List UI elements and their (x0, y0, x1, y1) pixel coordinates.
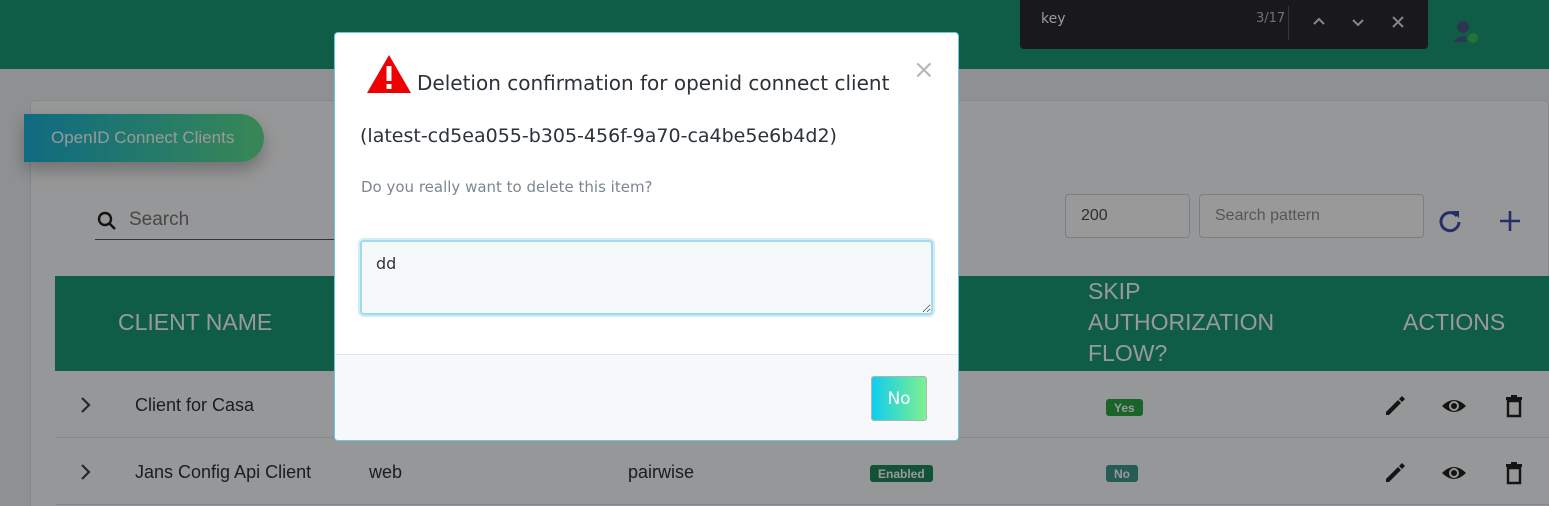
delete-confirmation-modal: Deletion confirmation for openid connect… (334, 32, 959, 441)
no-button[interactable]: No (871, 376, 927, 421)
confirmation-question: Do you really want to delete this item? (361, 178, 653, 196)
warning-icon (367, 55, 411, 93)
deletion-comment-textarea[interactable]: dd (360, 240, 933, 315)
modal-title: Deletion confirmation for openid connect… (417, 71, 890, 95)
modal-footer: No (335, 354, 958, 440)
close-icon[interactable]: × (913, 55, 935, 85)
client-id-text: (latest-cd5ea055-b305-456f-9a70-ca4be5e6… (360, 125, 837, 147)
